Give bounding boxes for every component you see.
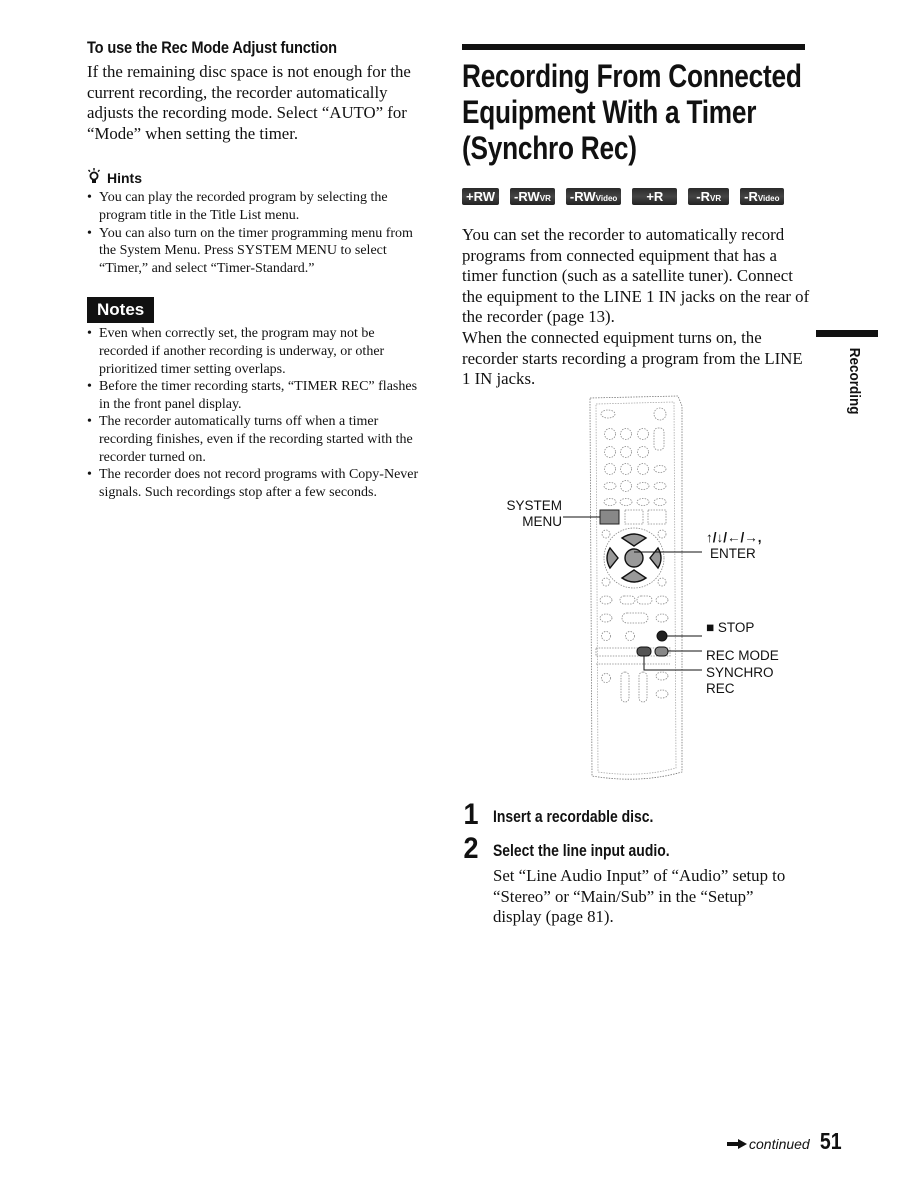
rec-mode-button: [654, 646, 669, 657]
intro-paragraph: You can set the recorder to automaticall…: [462, 225, 810, 327]
intro-text: You can set the recorder to automaticall…: [462, 225, 812, 390]
notes-list: Even when correctly set, the program may…: [87, 325, 427, 501]
system-menu-button: [599, 509, 620, 525]
note-item: Even when correctly set, the program may…: [87, 325, 427, 378]
left-column: To use the Rec Mode Adjust function If t…: [87, 38, 427, 501]
hint-item: You can also turn on the timer programmi…: [87, 225, 427, 278]
side-tab-label: Recording: [846, 347, 863, 415]
step-2: 2 Select the line input audio.: [462, 834, 822, 864]
title-line: Equipment With a Timer: [462, 94, 757, 130]
notes-badge: Notes: [87, 297, 155, 324]
hint-item: You can play the recorded program by sel…: [87, 189, 427, 224]
disc-badge-minus-rw-video: -RWVideo: [565, 188, 622, 205]
callout-enter: ENTER: [710, 546, 756, 561]
continued-label: continued: [749, 1136, 810, 1152]
title-line: Recording From Connected: [462, 58, 802, 94]
lightbulb-icon: [87, 168, 101, 187]
section-rule: [462, 44, 805, 50]
disc-badge-plus-rw: +RW: [462, 188, 500, 205]
page-number: 51: [819, 1128, 842, 1154]
step-title: Insert a recordable disc.: [493, 807, 654, 826]
side-tab-bar: [816, 330, 878, 337]
remote-control-diagram: SYSTEM MENU ↑/↓/←/→, ENTER ■ STOP REC MO…: [500, 392, 800, 787]
section-side-tab: Recording: [816, 330, 878, 414]
rec-mode-body: If the remaining disc space is not enoug…: [87, 62, 411, 143]
remote-illustration: [563, 395, 702, 780]
stop-button: [656, 630, 668, 642]
hints-list: You can play the recorded program by sel…: [87, 189, 427, 277]
callout-rec-mode: REC MODE: [706, 648, 779, 663]
step-number: 2: [463, 832, 479, 865]
page-footer: continued 51: [727, 1128, 843, 1155]
note-item: The recorder does not record programs wi…: [87, 466, 427, 501]
right-column: Recording From Connected Equipment With …: [462, 44, 812, 390]
disc-badge-plus-r: +R: [632, 188, 678, 205]
callout-system-menu: SYSTEM MENU: [506, 498, 562, 529]
arrow-right-icon: [727, 1136, 747, 1154]
step-1: 1 Insert a recordable disc.: [462, 800, 822, 830]
disc-badge-minus-r-vr: -RVR: [688, 188, 730, 205]
steps-list: 1 Insert a recordable disc. 2 Select the…: [462, 800, 822, 928]
step-number: 1: [463, 798, 479, 831]
rec-mode-heading: To use the Rec Mode Adjust function: [87, 38, 337, 57]
intro-paragraph: When the connected equipment turns on, t…: [462, 327, 803, 389]
callout-stop: ■ STOP: [706, 620, 755, 635]
step-title: Select the line input audio.: [493, 841, 670, 860]
disc-type-badges: +RW -RWVR -RWVideo +R -RVR -RVideo: [462, 188, 812, 205]
synchro-rec-button: [636, 646, 652, 657]
disc-badge-minus-rw-vr: -RWVR: [510, 188, 555, 205]
disc-badge-minus-r-video: -RVideo: [740, 188, 784, 205]
note-item: The recorder automatically turns off whe…: [87, 413, 427, 466]
dpad-buttons: [606, 533, 662, 583]
page-title: Recording From Connected Equipment With …: [462, 58, 802, 166]
step-body: Set “Line Audio Input” of “Audio” setup …: [493, 866, 786, 927]
note-item: Before the timer recording starts, “TIME…: [87, 378, 427, 413]
callout-synchro-rec: SYNCHRO REC: [706, 665, 774, 696]
title-line: (Synchro Rec): [462, 130, 637, 166]
callout-arrows: ↑/↓/←/→,: [706, 530, 762, 545]
hints-heading: Hints: [87, 168, 427, 187]
hints-label: Hints: [107, 169, 142, 186]
